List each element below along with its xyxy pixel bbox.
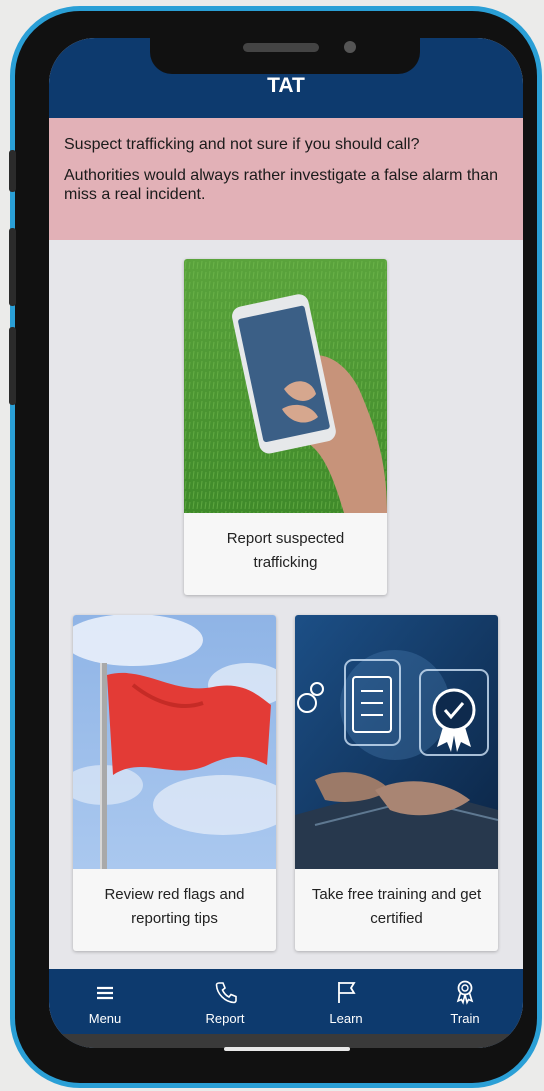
red-flags-card-label: Review red flags and reporting tips: [104, 886, 245, 927]
home-indicator[interactable]: [224, 1047, 350, 1051]
training-card[interactable]: Take free training and get certified: [295, 615, 498, 951]
speaker-grille: [243, 43, 319, 52]
phone-notch: [150, 30, 420, 74]
menu-icon: [70, 979, 140, 1005]
report-card[interactable]: Report suspected trafficking: [184, 259, 387, 595]
nav-train-label: Train: [450, 1011, 480, 1026]
nav-report[interactable]: Report: [190, 979, 260, 1026]
home-bar-area: [49, 1034, 523, 1048]
info-banner: Suspect trafficking and not sure if you …: [49, 118, 523, 240]
nav-report-label: Report: [205, 1011, 245, 1026]
training-card-label: Take free training and get certified: [311, 886, 482, 927]
flag-icon: [311, 979, 381, 1005]
award-icon: [430, 979, 500, 1005]
nav-learn[interactable]: Learn: [311, 979, 381, 1026]
report-card-label: Report suspected trafficking: [226, 530, 345, 571]
banner-question: Suspect trafficking and not sure if you …: [64, 136, 420, 153]
phone-side-button: [9, 327, 16, 405]
app-title: TAT: [267, 74, 305, 97]
front-camera: [344, 41, 356, 53]
nav-train[interactable]: Train: [430, 979, 500, 1026]
nav-menu[interactable]: Menu: [70, 979, 140, 1026]
nav-learn-label: Learn: [329, 1011, 363, 1026]
nav-menu-label: Menu: [88, 1011, 122, 1026]
app-screen: TAT Suspect trafficking and not sure if …: [49, 38, 523, 1048]
red-flag-photo: [73, 615, 276, 869]
phone-in-hand-photo: [184, 259, 387, 513]
red-flags-card[interactable]: Review red flags and reporting tips: [73, 615, 276, 951]
banner-message: Authorities would always rather investig…: [64, 167, 498, 203]
phone-side-button: [9, 228, 16, 306]
phone-icon: [190, 979, 260, 1005]
phone-side-button: [9, 150, 16, 192]
laptop-certificate-photo: [295, 615, 498, 869]
